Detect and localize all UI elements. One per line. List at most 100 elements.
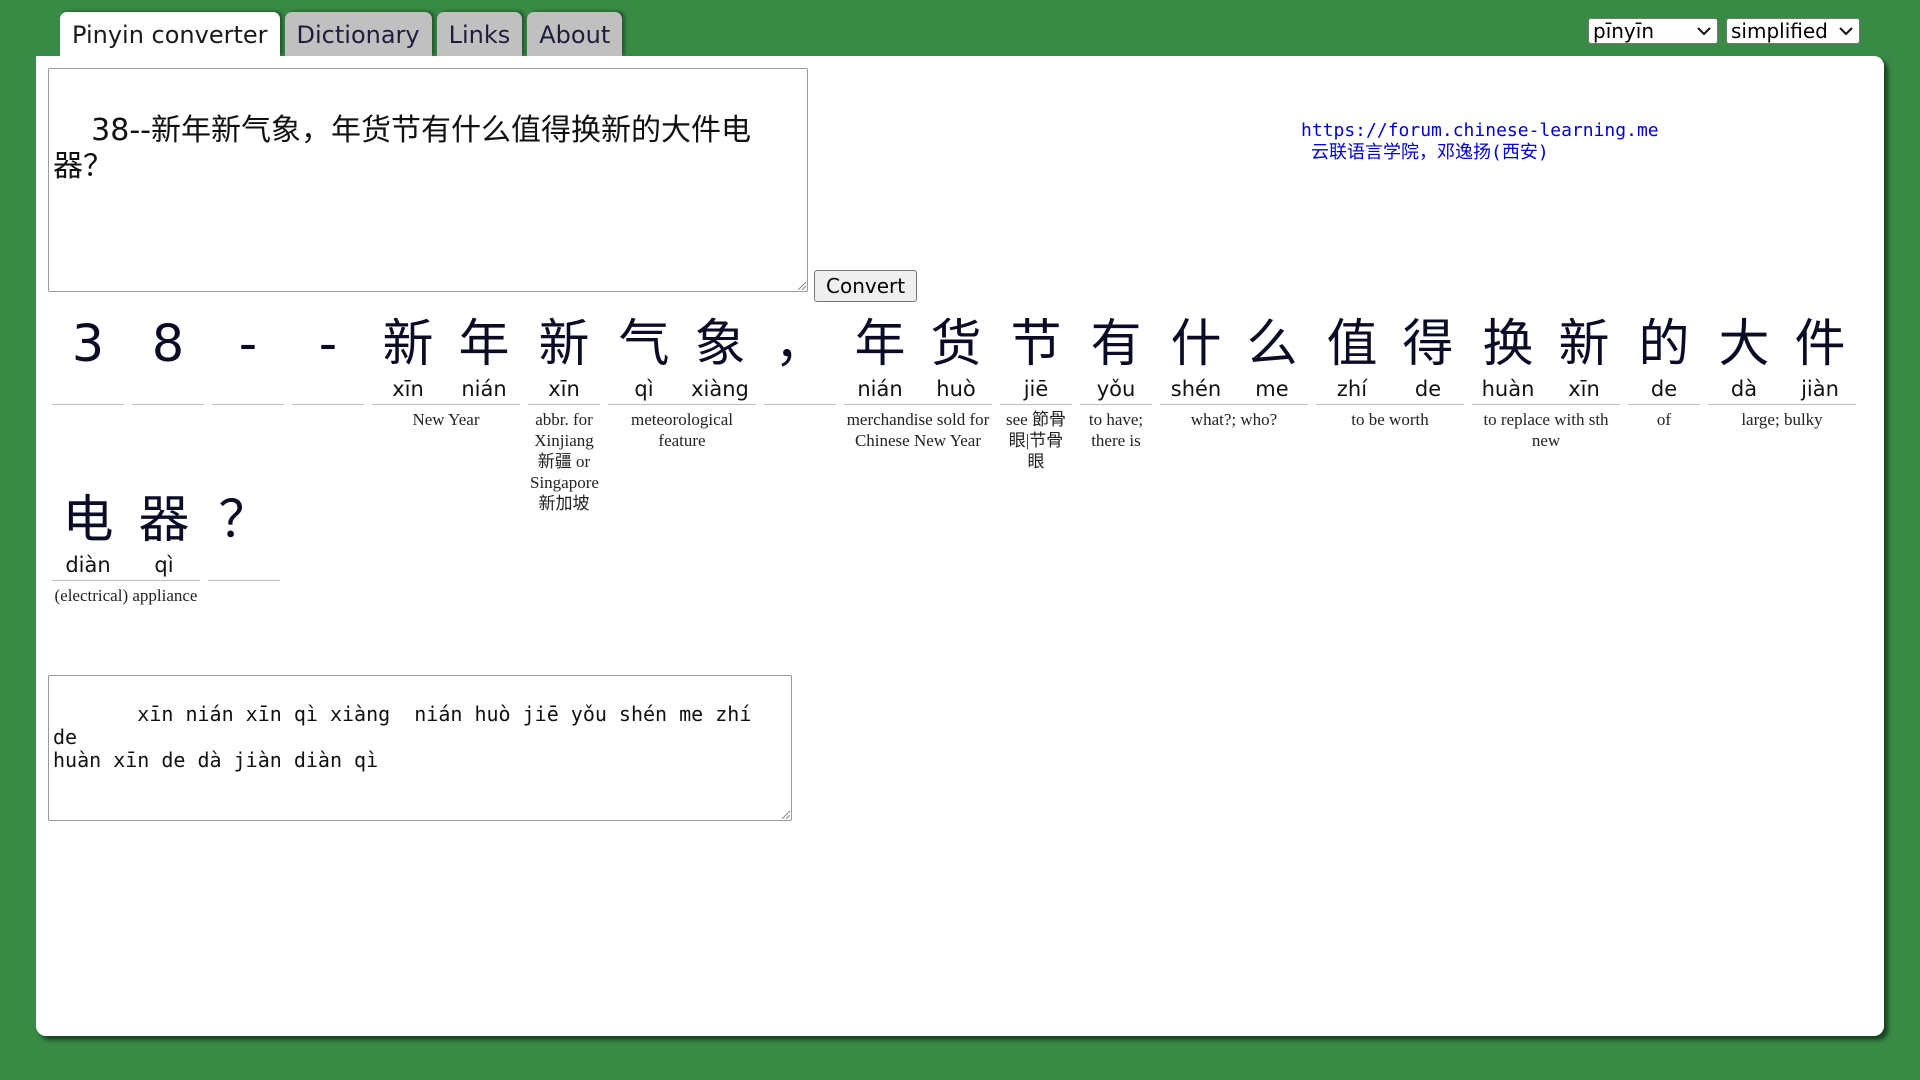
word-definition <box>132 405 204 409</box>
word-group[interactable]: 年 nián 货 huò merchandise sold for Chinese Ne… <box>844 314 992 451</box>
hanzi: 换 <box>1482 315 1534 374</box>
character-cell: 新 xīn <box>372 314 444 402</box>
word-characters: 8 <box>132 314 204 402</box>
word-group[interactable]: 新 xīn abbr. for Xinjiang 新疆 or Singapore 新… <box>528 314 600 514</box>
annotated-words: 3 8- - 新 xīn 年 nián New Year 新 xīn abbr. for Xinji… <box>36 56 1884 1036</box>
word-definition: meteorological feature <box>631 410 733 450</box>
tab-bar: Pinyin converter Dictionary Links About <box>60 12 623 56</box>
word-characters: ？ <box>208 490 280 578</box>
word-group[interactable]: 值 zhí 得 de to be worth <box>1316 314 1464 430</box>
pinyin: huò <box>936 377 976 401</box>
character-cell: 新 xīn <box>1548 314 1620 402</box>
character-cell: 象 xiàng <box>684 314 756 402</box>
chevron-down-icon <box>1697 27 1711 36</box>
word-characters: 新 xīn <box>528 314 600 402</box>
word-characters: 年 nián 货 huò <box>844 314 992 402</box>
character-cell: 8 <box>132 314 204 402</box>
character-cell: ？ <box>208 490 280 578</box>
hanzi: 节 <box>1010 315 1062 374</box>
word-definition: merchandise sold for Chinese New Year <box>846 410 990 450</box>
word-group[interactable]: ？ <box>208 490 280 585</box>
hanzi: 年 <box>458 315 510 374</box>
word-group[interactable]: - <box>292 314 364 409</box>
hanzi: 8 <box>151 315 185 374</box>
character-cell: 3 <box>52 314 124 402</box>
pinyin: xīn <box>392 377 424 401</box>
pinyin: qì <box>634 377 654 401</box>
character-cell: 器 qì <box>128 490 200 578</box>
character-cell: 新 xīn <box>528 314 600 402</box>
character-cell: 有 yǒu <box>1080 314 1152 402</box>
pinyin: huàn <box>1481 377 1535 401</box>
character-cell: 得 de <box>1392 314 1464 402</box>
resize-handle-icon[interactable] <box>780 809 790 819</box>
character-cell: 什 shén <box>1160 314 1232 402</box>
character-cell: 气 qì <box>608 314 680 402</box>
word-group[interactable]: 8 <box>132 314 204 409</box>
word-definition: what?; who? <box>1190 410 1278 429</box>
word-group[interactable]: 3 <box>52 314 124 409</box>
character-cell: 货 huò <box>920 314 992 402</box>
word-group[interactable]: 电 diàn 器 qì (electrical) appliance <box>52 490 200 606</box>
pinyin: jiàn <box>1801 377 1839 401</box>
tab-pinyin-converter[interactable]: Pinyin converter <box>60 12 280 56</box>
word-group[interactable]: 换 huàn 新 xīn to replace with sth new <box>1472 314 1620 451</box>
pinyin: yǒu <box>1096 377 1136 401</box>
character-cell: 大 dà <box>1708 314 1780 402</box>
word-definition <box>764 405 836 409</box>
word-definition: abbr. for Xinjiang 新疆 or Singapore 新加坡 <box>530 410 599 513</box>
word-group[interactable]: 大 dà 件 jiàn large; bulky <box>1708 314 1856 430</box>
word-group[interactable]: 节 jiē see 節骨眼|节骨眼 <box>1000 314 1072 472</box>
pinyin: xiàng <box>691 377 749 401</box>
character-cell: 电 diàn <box>52 490 124 578</box>
tab-about[interactable]: About <box>527 12 623 56</box>
character-cell: 换 huàn <box>1472 314 1544 402</box>
hanzi: 新 <box>538 315 590 374</box>
pinyin: me <box>1255 377 1289 401</box>
hanzi: 货 <box>930 315 982 374</box>
hanzi: 象 <box>694 315 746 374</box>
word-definition: to replace with sth new <box>1483 410 1609 450</box>
word-group[interactable]: - <box>212 314 284 409</box>
word-characters: 电 diàn 器 qì <box>52 490 200 578</box>
word-definition: large; bulky <box>1741 410 1823 429</box>
word-characters: 什 shén 么 me <box>1160 314 1308 402</box>
word-characters: ， <box>764 314 836 402</box>
pinyin-output-text: xīn nián xīn qì xiàng nián huò jiē yǒu s… <box>53 702 752 772</box>
hanzi: 么 <box>1246 315 1298 374</box>
hanzi: 电 <box>62 491 114 550</box>
hanzi: 什 <box>1170 315 1222 374</box>
pinyin <box>764 376 836 402</box>
word-characters: 的 de <box>1628 314 1700 402</box>
character-cell: 的 de <box>1628 314 1700 402</box>
word-group[interactable]: 新 xīn 年 nián New Year <box>372 314 520 430</box>
pinyin: diàn <box>65 553 111 577</box>
pinyin: de <box>1414 377 1442 401</box>
word-definition: New Year <box>412 410 480 429</box>
word-characters: 换 huàn 新 xīn <box>1472 314 1620 402</box>
pinyin-output[interactable]: xīn nián xīn qì xiàng nián huò jiē yǒu s… <box>48 675 792 821</box>
word-group[interactable]: 的 de of <box>1628 314 1700 430</box>
pinyin: xīn <box>1568 377 1600 401</box>
word-group[interactable]: 气 qì 象 xiàng meteorological feature <box>608 314 756 451</box>
romanization-select[interactable]: pīnyīn <box>1588 18 1718 44</box>
word-characters: 3 <box>52 314 124 402</box>
tab-links[interactable]: Links <box>436 12 523 56</box>
word-definition <box>212 405 284 409</box>
word-group[interactable]: ， <box>764 314 836 409</box>
word-definition: to be worth <box>1351 410 1429 429</box>
word-group[interactable]: 什 shén 么 me what?; who? <box>1160 314 1308 430</box>
word-definition: to have; there is <box>1088 410 1144 450</box>
word-definition <box>292 405 364 409</box>
word-definition: (electrical) appliance <box>54 586 198 605</box>
script-select[interactable]: simplified <box>1726 18 1860 44</box>
character-cell: ， <box>764 314 836 402</box>
word-group[interactable]: 有 yǒu to have; there is <box>1080 314 1152 451</box>
word-characters: 气 qì 象 xiàng <box>608 314 756 402</box>
hanzi: ？ <box>218 491 270 550</box>
word-definition: see 節骨眼|节骨眼 <box>1006 410 1066 471</box>
tab-dictionary[interactable]: Dictionary <box>284 12 432 56</box>
pinyin: xīn <box>548 377 580 401</box>
character-cell: 节 jiē <box>1000 314 1072 402</box>
word-characters: 节 jiē <box>1000 314 1072 402</box>
